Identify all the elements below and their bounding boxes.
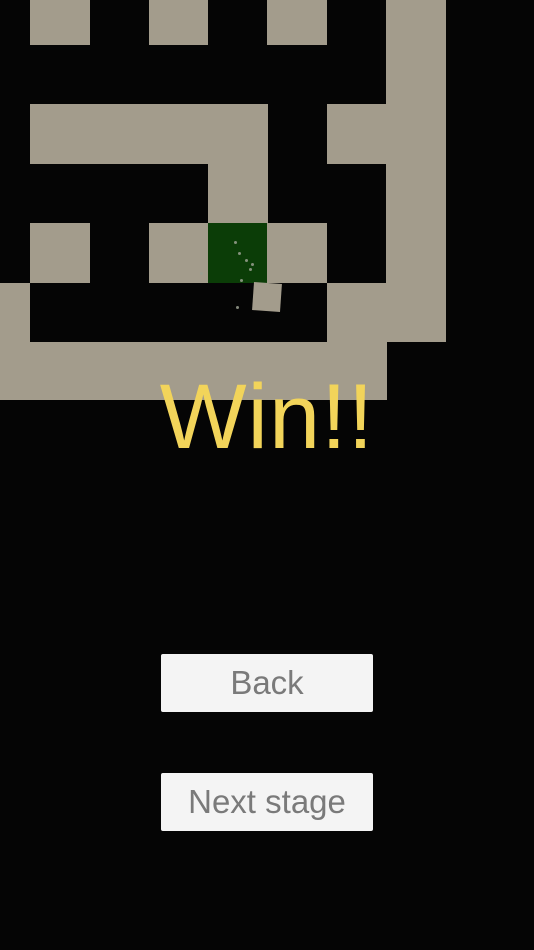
maze-wall: [208, 164, 268, 224]
maze-wall: [30, 0, 90, 45]
next-stage-button[interactable]: Next stage: [161, 773, 373, 831]
maze-wall: [327, 283, 387, 343]
particle-spark: [200, 272, 203, 275]
maze-wall: [386, 0, 446, 342]
maze-board: [0, 0, 534, 410]
maze-wall: [327, 104, 387, 164]
maze-wall: [30, 223, 90, 283]
player-block: [252, 282, 282, 312]
win-message: Win!!: [159, 366, 375, 468]
maze-wall: [267, 223, 327, 283]
maze-wall: [30, 104, 268, 164]
game-screen: Win!! Back Next stage: [0, 0, 534, 950]
particle-spark: [251, 263, 254, 266]
particle-spark: [249, 268, 252, 271]
maze-wall: [149, 0, 208, 45]
maze-wall: [267, 0, 327, 45]
particle-spark: [240, 279, 243, 282]
particle-spark: [238, 252, 241, 255]
back-button[interactable]: Back: [161, 654, 373, 712]
particle-spark: [236, 306, 239, 309]
particle-spark: [234, 241, 237, 244]
particle-spark: [245, 259, 248, 262]
maze-wall: [0, 283, 30, 343]
